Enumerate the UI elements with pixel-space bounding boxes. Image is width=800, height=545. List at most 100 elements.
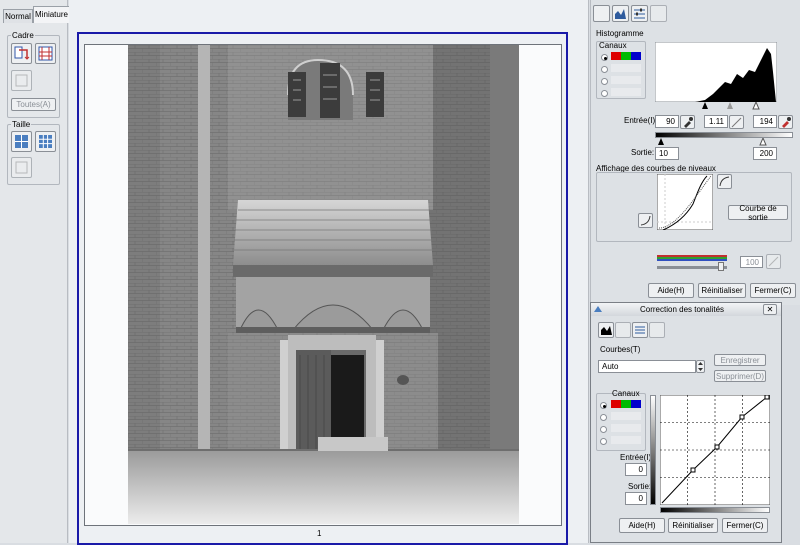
large-thumbnail-icon <box>15 135 28 148</box>
reset-icon <box>768 256 779 267</box>
tone-close-button[interactable]: ✕ <box>763 304 777 315</box>
histo-aide-button[interactable]: Aide(H) <box>648 283 694 298</box>
levels-icon <box>634 8 645 19</box>
levels-curve-preview <box>657 174 713 230</box>
histo-channel-rgb-swatch <box>611 52 641 60</box>
multi-frame-icon <box>38 46 53 61</box>
histo-channel-red-swatch <box>611 64 641 72</box>
supprimer-button[interactable]: Supprimer(D) <box>714 370 766 382</box>
histo-channel-blue-swatch <box>611 88 641 96</box>
courbe-sortie-button[interactable]: Courbe de sortie <box>728 204 788 222</box>
histo-channel-green-radio[interactable] <box>601 78 608 85</box>
cadre-label: Cadre <box>11 31 35 40</box>
histogram-icon <box>601 326 612 335</box>
tab-miniature[interactable]: Miniature <box>33 6 70 23</box>
histo-sortie-label: Sortie: <box>631 148 655 157</box>
histo-channel-green-swatch <box>611 76 641 84</box>
saturation-reset-button[interactable] <box>766 254 781 269</box>
tone-entree-field[interactable]: 0 <box>625 463 647 476</box>
curve-icon <box>640 215 651 226</box>
histo-entree-label: Entrée(I): <box>624 116 658 125</box>
saturation-slider-thumb[interactable] <box>718 262 724 271</box>
small-thumbnail-button[interactable] <box>35 131 56 152</box>
output-levels-sliders[interactable] <box>655 138 793 146</box>
input-levels-sliders[interactable] <box>655 102 777 110</box>
eyedropper-icon <box>731 117 742 128</box>
curve-preset-select[interactable]: Auto <box>598 360 696 373</box>
tone-curve-graph[interactable] <box>660 395 770 505</box>
tone-sortie-field[interactable]: 0 <box>625 492 647 505</box>
curve-shape-button-bottom[interactable] <box>638 213 653 228</box>
curve-horizontal-gradient <box>660 507 770 513</box>
histo-channel-rgb-radio[interactable] <box>601 54 608 61</box>
output-max-field[interactable]: 200 <box>753 147 777 160</box>
small-thumbnail-icon <box>39 135 52 148</box>
courbes-label: Courbes(T) <box>600 345 641 354</box>
tone-title: Correction des tonalités <box>640 305 725 314</box>
crop-frame-button[interactable] <box>11 43 32 64</box>
histo-reinit-button[interactable]: Réinitialiser <box>698 283 746 298</box>
eyedropper-icon <box>782 117 791 128</box>
black-eyedropper-button[interactable] <box>680 115 695 129</box>
histogram-icon <box>615 9 626 19</box>
tone-aide-button[interactable]: Aide(H) <box>619 518 665 533</box>
output-min-field[interactable]: 10 <box>655 147 679 160</box>
app-icon <box>594 306 602 312</box>
color-slider-track <box>657 255 727 261</box>
gray-eyedropper-button[interactable] <box>729 115 744 129</box>
curve-shape-button-top[interactable] <box>717 174 732 189</box>
tone-tab-button-4[interactable] <box>649 322 665 338</box>
histogram-tab-button-4[interactable] <box>650 5 667 22</box>
tone-canaux-label: Canaux <box>612 389 640 398</box>
tone-channel-rgb-swatch <box>611 400 641 408</box>
preset-spin-button[interactable] <box>696 360 705 373</box>
histo-channel-red-radio[interactable] <box>601 66 608 73</box>
histo-channel-blue-radio[interactable] <box>601 90 608 97</box>
tone-fermer-button[interactable]: Fermer(C) <box>722 518 768 533</box>
input-black-field[interactable]: 90 <box>655 115 679 128</box>
histogram-title: Histogramme <box>596 29 644 38</box>
histo-fermer-button[interactable]: Fermer(C) <box>750 283 796 298</box>
histogram-tab-button-1[interactable] <box>593 5 610 22</box>
saturation-value-field[interactable]: 100 <box>740 256 763 268</box>
tone-tab-button-3[interactable] <box>632 322 648 338</box>
tone-channel-blue-swatch <box>611 436 641 444</box>
auto-frame-icon <box>15 74 28 87</box>
saturation-slider[interactable] <box>657 266 727 269</box>
input-white-field[interactable]: 194 <box>753 115 777 128</box>
histo-canaux-label: Canaux <box>599 41 627 50</box>
toutes-button[interactable]: Toutes(A) <box>11 98 56 111</box>
spin-arrows-icon <box>698 362 703 371</box>
white-eyedropper-button[interactable] <box>778 115 793 129</box>
tone-channel-green-swatch <box>611 424 641 432</box>
crop-frame-icon <box>14 46 30 60</box>
list-view-icon <box>15 161 28 174</box>
tone-tab-button-1[interactable] <box>598 322 614 338</box>
tone-channel-blue-radio[interactable] <box>600 438 607 445</box>
cathedral-photo <box>128 45 519 524</box>
histogram-graph <box>655 42 777 102</box>
histogram-tab-button-3[interactable] <box>631 5 648 22</box>
tone-channel-red-swatch <box>611 412 641 420</box>
tone-tab-button-2[interactable] <box>615 322 631 338</box>
tone-sortie-label: Sortie: <box>628 482 652 491</box>
histogram-tab-button-2[interactable] <box>612 5 629 22</box>
taille-label: Taille <box>11 120 32 129</box>
tab-normal[interactable]: Normal <box>3 9 33 23</box>
curve-icon <box>719 176 730 187</box>
tone-reinit-button[interactable]: Réinitialiser <box>668 518 718 533</box>
large-thumbnail-button[interactable] <box>11 131 32 152</box>
eyedropper-icon <box>684 117 693 128</box>
tone-channel-rgb-radio[interactable] <box>600 402 607 409</box>
list-view-button[interactable] <box>11 157 32 178</box>
multi-frame-button[interactable] <box>35 43 56 64</box>
enregistrer-button[interactable]: Enregistrer <box>714 354 766 366</box>
tone-channel-red-radio[interactable] <box>600 414 607 421</box>
auto-frame-button[interactable] <box>11 70 32 91</box>
input-gamma-field[interactable]: 1.11 <box>704 115 728 128</box>
levels-icon <box>635 326 645 334</box>
tone-channel-green-radio[interactable] <box>600 426 607 433</box>
tone-entree-label: Entrée(I): <box>620 453 654 462</box>
page-number: 1 <box>317 529 322 538</box>
curve-vertical-gradient <box>650 395 656 505</box>
